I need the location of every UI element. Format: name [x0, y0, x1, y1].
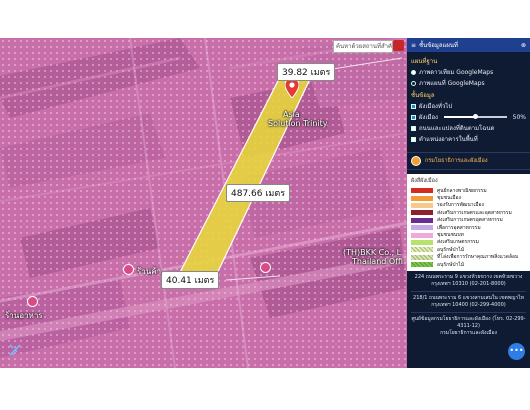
- department-logo-icon: [411, 156, 421, 166]
- contact-line: ศูนย์ข้อมูลกรมโยธาธิการและผังเมือง (โทร.…: [411, 316, 526, 330]
- measured-plot-polygon: [171, 76, 312, 287]
- map-view[interactable]: 39.82 เมตร 487.66 เมตร 40.41 เมตร Asia S…: [0, 38, 407, 368]
- checkbox-unchecked-icon[interactable]: [411, 125, 416, 131]
- legend-swatch: [411, 247, 433, 253]
- layer-toggle-button[interactable]: [393, 40, 404, 51]
- checkbox-checked-icon[interactable]: [411, 114, 416, 120]
- legend-swatch: [411, 239, 433, 245]
- layer-panel: ≡ ชั้นข้อมูลแผนที่ ⊗ แผนที่ฐาน ภาพดาวเที…: [407, 38, 530, 368]
- measure-tool-icon[interactable]: [9, 344, 21, 356]
- checkbox-unchecked-icon[interactable]: [411, 136, 416, 142]
- measured-plot-layer: [171, 57, 403, 287]
- legend-swatch: [411, 188, 433, 194]
- legend-item: ส่งเสริมเกษตรกรรม: [411, 239, 526, 246]
- layer-label: ตำแหน่งอาคารในพื้นที่: [419, 136, 478, 143]
- poi-marker-icon[interactable]: [27, 296, 38, 307]
- layer-label: ถนนและแปลงที่ดินตามโฉนด: [419, 125, 495, 132]
- poi-marker-icon[interactable]: [123, 264, 134, 275]
- layer-city-plan[interactable]: ผังเมือง 50%: [411, 112, 526, 122]
- opacity-slider[interactable]: [443, 114, 507, 119]
- contact-info: 224 ถนนพระราม 9 แขวงห้วยขวาง เขตห้วยขวาง…: [407, 271, 530, 340]
- measurement-label-length: 487.66 เมตร: [226, 184, 291, 202]
- legend-item: ศูนย์กลางพาณิชยกรรม: [411, 187, 526, 194]
- legend-swatch: [411, 217, 433, 223]
- legend-item: ที่โล่งเพื่อการรักษาคุณภาพสิ่งแวดล้อม: [411, 254, 526, 261]
- layers-icon: ≡: [411, 41, 417, 49]
- footer-line: กรมโยธาธิการและผังเมือง: [440, 330, 497, 337]
- radio-unselected-icon[interactable]: [411, 80, 416, 86]
- layer-label: ผังเมืองทั่วไป: [419, 103, 453, 110]
- department-bar: กรมโยธาธิการและผังเมือง: [407, 152, 530, 170]
- measurement-label-bottom: 40.41 เมตร: [161, 271, 220, 289]
- layer-panel-title: ชั้นข้อมูลแผนที่: [419, 42, 458, 49]
- layer-roads[interactable]: ถนนและแปลงที่ดินตามโฉนด: [411, 123, 526, 133]
- poi-label-center: ร้านค้า: [137, 267, 162, 276]
- address-line: 224 ถนนพระราม 9 แขวงห้วยขวาง เขตห้วยขวาง…: [414, 274, 523, 288]
- legend-label: อนุรักษ์ป่าไม้: [437, 261, 465, 268]
- opacity-slider-fill: [443, 116, 476, 118]
- layer-buildings[interactable]: ตำแหน่งอาคารในพื้นที่: [411, 134, 526, 144]
- basemap-option-satellite[interactable]: ภาพดาวเทียม GoogleMaps: [411, 67, 526, 77]
- poi-marker-icon[interactable]: [260, 262, 271, 273]
- department-name: กรมโยธาธิการและผังเมือง: [425, 158, 488, 164]
- poi-label-left: ร้านอาหาร: [5, 311, 43, 320]
- checkbox-checked-icon[interactable]: [411, 103, 416, 109]
- legend-swatch: [411, 232, 433, 238]
- radio-selected-icon[interactable]: [411, 69, 416, 75]
- legend-swatch: [411, 195, 433, 201]
- layers-section-title: ชั้นข้อมูล: [411, 92, 435, 99]
- location-pin-icon[interactable]: [285, 78, 299, 98]
- close-icon[interactable]: ⊗: [521, 42, 526, 49]
- place-label-thailand: Thailand Offi: [352, 257, 403, 266]
- legend-item: อนุรักษ์ป่าไม้: [411, 261, 526, 268]
- layer-general-plan[interactable]: ผังเมืองทั่วไป: [411, 101, 526, 111]
- opacity-slider-knob[interactable]: [473, 114, 479, 119]
- measurement-label-top: 39.82 เมตร: [277, 63, 336, 81]
- legend-swatch: [411, 254, 433, 260]
- basemap-option-label: ภาพดาวเทียม GoogleMaps: [419, 69, 494, 76]
- place-label-solution: Solution Trinity: [268, 119, 328, 128]
- landmark-search-input[interactable]: ค้นหาด้วยสถานที่สำคัญ: [333, 40, 393, 53]
- legend-item: เพื่อการอุตสาหกรรม: [411, 224, 526, 231]
- basemap-option-map[interactable]: ภาพแผนที่ GoogleMaps: [411, 78, 526, 88]
- address-line: 218/1 ถนนพระราม 6 แขวงสามเสนใน เขตพญาไท …: [413, 295, 524, 309]
- legend-title: ผังสีผังเมือง: [411, 178, 438, 184]
- layer-panel-header[interactable]: ≡ ชั้นข้อมูลแผนที่ ⊗: [407, 38, 530, 52]
- more-options-button[interactable]: •••: [508, 343, 525, 360]
- legend-swatch: [411, 202, 433, 208]
- place-label-bkk: (TH)BKK Co., L: [343, 248, 402, 257]
- app-stage: 39.82 เมตร 487.66 เมตร 40.41 เมตร Asia S…: [0, 38, 530, 368]
- legend-swatch: [411, 225, 433, 231]
- legend-swatch: [411, 262, 433, 268]
- opacity-value: 50%: [512, 113, 526, 121]
- basemap-option-label: ภาพแผนที่ GoogleMaps: [419, 80, 485, 87]
- place-label-asia: Asia: [283, 110, 300, 119]
- legend-swatch: [411, 210, 433, 216]
- zoning-legend: ผังสีผังเมือง ศูนย์กลางพาณิชยกรรม ชุมชนเม…: [407, 174, 530, 272]
- layer-label: ผังเมือง: [419, 114, 438, 121]
- basemap-section-title: แผนที่ฐาน: [411, 58, 438, 65]
